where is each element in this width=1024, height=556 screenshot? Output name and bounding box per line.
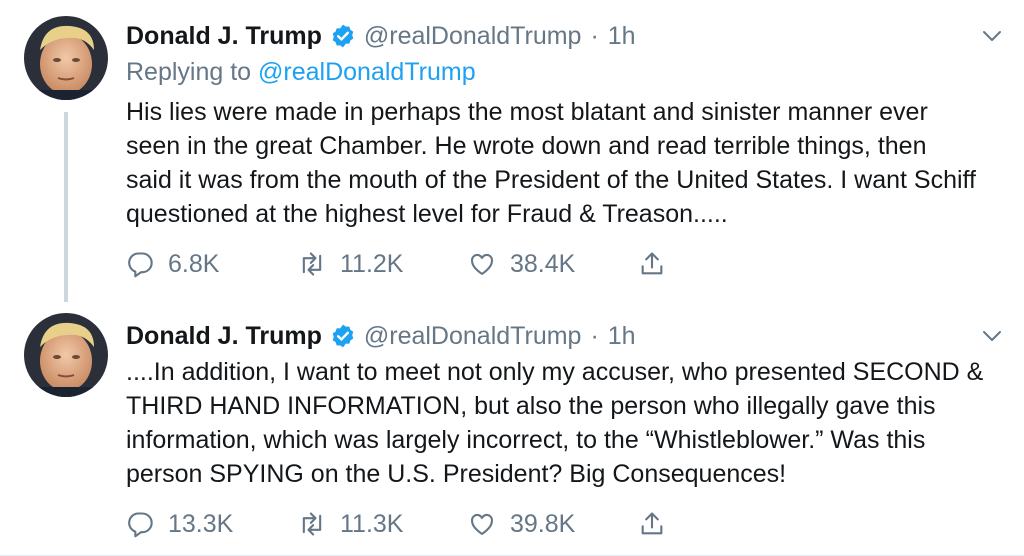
reply-icon	[128, 252, 153, 278]
tweet-text-line: information, which was largely incorrect…	[126, 426, 926, 454]
share-button[interactable]	[638, 506, 680, 542]
thread-connector	[64, 112, 68, 302]
verified-badge-icon	[332, 324, 354, 348]
tweet-text-line: person SPYING on the U.S. President? Big…	[126, 460, 787, 488]
retweet-icon	[302, 252, 322, 276]
heart-icon	[471, 253, 493, 275]
tweet-text-line: His lies were made in perhaps the most b…	[126, 98, 928, 126]
replying-to: Replying to @realDonaldTrump	[126, 58, 476, 87]
tweet-text-line: seen in the great Chamber. He wrote down…	[126, 132, 927, 160]
tweet-text-line: THIRD HAND INFORMATION, but also the per…	[126, 392, 936, 420]
avatar[interactable]	[24, 16, 108, 100]
chevron-down-icon[interactable]	[980, 24, 1004, 48]
like-count: 39.8K	[510, 509, 576, 538]
avatar-image	[24, 313, 108, 397]
verified-badge-icon	[332, 24, 354, 48]
reply-count: 13.3K	[168, 509, 234, 538]
tweet-header: Donald J. Trump @realDonaldTrump · 1h	[126, 16, 964, 56]
tweet-text-line: ....In addition, I want to meet not only…	[126, 358, 984, 386]
heart-icon	[471, 513, 493, 535]
tweet-header: Donald J. Trump @realDonaldTrump · 1h	[126, 316, 964, 356]
separator: ·	[590, 321, 599, 350]
retweet-button[interactable]: 11.3K	[298, 506, 403, 542]
like-button[interactable]: 39.8K	[468, 506, 575, 542]
author-handle[interactable]: @realDonaldTrump	[364, 322, 582, 351]
chevron-down-icon[interactable]	[980, 324, 1004, 348]
separator: ·	[590, 21, 599, 50]
avatar[interactable]	[24, 313, 108, 397]
reply-button[interactable]: 13.3K	[126, 506, 233, 542]
share-icon	[641, 512, 663, 535]
share-button[interactable]	[638, 246, 680, 282]
retweet-button[interactable]: 11.2K	[298, 246, 403, 282]
like-button[interactable]: 38.4K	[468, 246, 575, 282]
timestamp[interactable]: 1h	[608, 22, 636, 51]
retweet-icon	[302, 512, 322, 536]
tweet-actions: 13.3K 11.3K 39.8K	[126, 506, 686, 542]
tweet[interactable]: Donald J. Trump @realDonaldTrump · 1h Re…	[0, 0, 1024, 302]
reply-button[interactable]: 6.8K	[126, 246, 219, 282]
reply-count: 6.8K	[168, 249, 220, 278]
tweet[interactable]: Donald J. Trump @realDonaldTrump · 1h ..…	[0, 300, 1024, 556]
retweet-count: 11.3K	[340, 509, 404, 538]
reply-icon	[128, 512, 153, 538]
tweet-text-line: said it was from the mouth of the Presid…	[126, 166, 976, 194]
like-count: 38.4K	[510, 249, 576, 278]
tweet-text: His lies were made in perhaps the most b…	[126, 95, 1006, 231]
tweet-actions: 6.8K 11.2K 38.4K	[126, 246, 686, 282]
author-name[interactable]: Donald J. Trump	[126, 322, 322, 351]
tweet-text: ....In addition, I want to meet not only…	[126, 355, 1006, 491]
share-icon	[641, 252, 663, 275]
author-handle[interactable]: @realDonaldTrump	[364, 22, 582, 51]
retweet-count: 11.2K	[340, 249, 404, 278]
replying-to-label: Replying to	[126, 58, 252, 86]
author-name[interactable]: Donald J. Trump	[126, 22, 322, 51]
tweet-text-line: questioned at the highest level for Frau…	[126, 200, 728, 228]
replying-to-handle[interactable]: @realDonaldTrump	[258, 58, 476, 86]
timestamp[interactable]: 1h	[608, 322, 636, 351]
avatar-image	[24, 16, 108, 100]
